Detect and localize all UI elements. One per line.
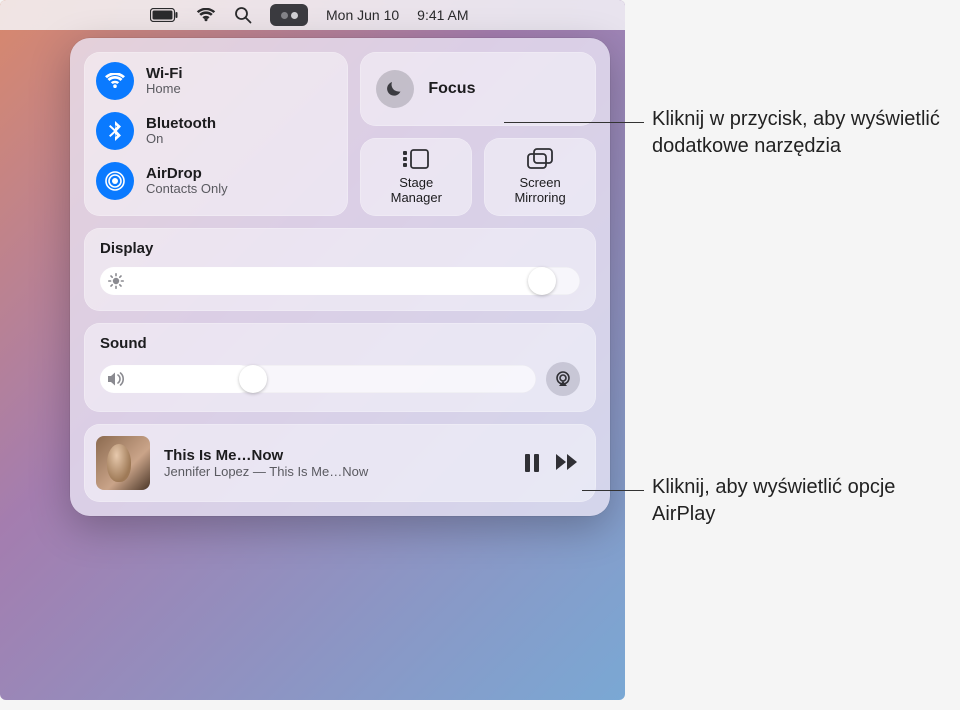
now-playing-subtitle: Jennifer Lopez — This Is Me…Now	[164, 464, 510, 479]
sound-tile: Sound	[84, 323, 596, 412]
now-playing-tile[interactable]: This Is Me…Now Jennifer Lopez — This Is …	[84, 424, 596, 502]
stage-manager-label: StageManager	[391, 176, 442, 206]
bluetooth-icon	[96, 112, 134, 150]
connectivity-tile[interactable]: Wi-Fi Home Bluetooth On	[84, 52, 348, 216]
menubar-time[interactable]: 9:41 AM	[417, 7, 468, 23]
wifi-icon	[96, 62, 134, 100]
callout-line	[504, 122, 644, 123]
screen-mirroring-label: ScreenMirroring	[514, 176, 565, 206]
focus-label: Focus	[428, 80, 475, 98]
display-tile: Display	[84, 228, 596, 311]
stage-manager-icon	[402, 148, 430, 170]
next-track-icon[interactable]	[556, 454, 578, 472]
airdrop-row[interactable]: AirDrop Contacts Only	[96, 162, 336, 200]
airdrop-icon	[96, 162, 134, 200]
callout-airplay: Kliknij, aby wyświetlić opcje AirPlay	[652, 474, 952, 528]
sound-slider[interactable]	[100, 365, 536, 393]
pause-icon[interactable]	[524, 454, 540, 472]
callout-focus: Kliknij w przycisk, aby wyświetlić dodat…	[652, 106, 952, 160]
display-slider[interactable]	[100, 267, 580, 295]
callout-line	[582, 490, 644, 491]
wifi-subtitle: Home	[146, 82, 183, 97]
now-playing-title: This Is Me…Now	[164, 447, 510, 464]
battery-icon	[150, 8, 178, 22]
desktop-background: Mon Jun 10 9:41 AM Wi-Fi Home	[0, 0, 625, 700]
spotlight-icon[interactable]	[234, 6, 252, 24]
bluetooth-row[interactable]: Bluetooth On	[96, 112, 336, 150]
volume-icon	[108, 372, 126, 386]
sound-title: Sound	[100, 335, 580, 352]
bluetooth-subtitle: On	[146, 132, 216, 147]
focus-tile[interactable]: Focus	[360, 52, 596, 126]
stage-manager-tile[interactable]: StageManager	[360, 138, 472, 216]
wifi-icon[interactable]	[196, 8, 216, 22]
screen-mirroring-icon	[526, 148, 554, 170]
airdrop-subtitle: Contacts Only	[146, 182, 228, 197]
wifi-row[interactable]: Wi-Fi Home	[96, 62, 336, 100]
control-center-menubar-icon[interactable]	[270, 4, 308, 26]
screen-mirroring-tile[interactable]: ScreenMirroring	[484, 138, 596, 216]
bluetooth-title: Bluetooth	[146, 115, 216, 132]
moon-icon	[376, 70, 414, 108]
album-art	[96, 436, 150, 490]
control-center-panel: Wi-Fi Home Bluetooth On	[70, 38, 610, 516]
wifi-title: Wi-Fi	[146, 65, 183, 82]
display-title: Display	[100, 240, 580, 257]
airdrop-title: AirDrop	[146, 165, 228, 182]
brightness-icon	[108, 273, 124, 289]
menubar-date[interactable]: Mon Jun 10	[326, 7, 399, 23]
menu-bar: Mon Jun 10 9:41 AM	[0, 0, 625, 30]
airplay-audio-button[interactable]	[546, 362, 580, 396]
